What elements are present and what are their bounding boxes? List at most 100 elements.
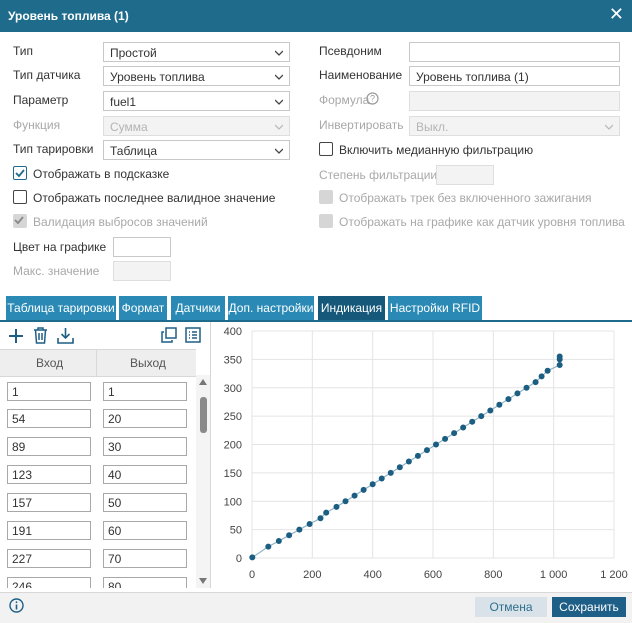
sensor-type-select[interactable]: Уровень топлива xyxy=(103,66,290,86)
show-last-valid-checkbox[interactable] xyxy=(13,190,27,204)
data-point[interactable] xyxy=(405,458,412,465)
data-point[interactable] xyxy=(396,464,403,471)
data-point[interactable] xyxy=(496,401,503,408)
data-point[interactable] xyxy=(460,424,467,431)
tab-extra-settings[interactable]: Доп. настройки xyxy=(228,296,314,320)
data-point[interactable] xyxy=(442,435,449,442)
scroll-up-icon[interactable] xyxy=(199,379,207,385)
x-tick-label: 600 xyxy=(424,569,442,581)
data-point[interactable] xyxy=(514,390,521,397)
input-cell[interactable]: 89 xyxy=(7,437,91,456)
data-point[interactable] xyxy=(505,396,512,403)
data-point[interactable] xyxy=(433,441,440,448)
input-cell[interactable]: 191 xyxy=(7,521,91,540)
graph-color-input[interactable] xyxy=(113,237,171,257)
data-point[interactable] xyxy=(317,515,324,522)
alias-input[interactable] xyxy=(409,42,620,62)
graph-color-label: Цвет на графике xyxy=(13,240,107,254)
output-cell[interactable]: 70 xyxy=(103,549,187,568)
y-tick-label: 50 xyxy=(230,525,242,537)
output-cell[interactable]: 60 xyxy=(103,521,187,540)
tab-calibration-table[interactable]: Таблица тарировки xyxy=(6,296,116,320)
type-select[interactable]: Простой xyxy=(103,42,290,62)
data-point[interactable] xyxy=(387,469,394,476)
data-point[interactable] xyxy=(451,430,458,437)
data-point[interactable] xyxy=(351,492,358,499)
close-icon[interactable]: ✕ xyxy=(609,5,624,23)
save-button[interactable]: Сохранить xyxy=(552,597,626,617)
scrollbar-thumb[interactable] xyxy=(200,397,207,433)
data-point[interactable] xyxy=(286,532,293,539)
data-point[interactable] xyxy=(556,353,563,360)
help-icon[interactable]: ? xyxy=(366,92,379,105)
cancel-button[interactable]: Отмена xyxy=(475,597,547,617)
data-point[interactable] xyxy=(296,526,303,533)
y-tick-label: 350 xyxy=(224,354,242,366)
data-point[interactable] xyxy=(538,373,545,380)
median-filter-checkbox[interactable] xyxy=(319,142,333,156)
data-point[interactable] xyxy=(478,413,485,420)
input-cell[interactable]: 123 xyxy=(7,465,91,484)
chevron-down-icon xyxy=(605,124,613,130)
data-point[interactable] xyxy=(360,486,367,493)
data-point[interactable] xyxy=(369,481,376,488)
calibration-type-select[interactable]: Таблица xyxy=(103,140,290,160)
data-point[interactable] xyxy=(249,554,256,561)
formula-input xyxy=(409,91,620,111)
output-cell[interactable]: 40 xyxy=(103,465,187,484)
data-point[interactable] xyxy=(333,503,340,510)
import-icon[interactable] xyxy=(57,327,74,344)
output-cell[interactable]: 80 xyxy=(103,577,187,588)
chevron-down-icon xyxy=(275,124,283,130)
tab-rfid-settings[interactable]: Настройки RFID xyxy=(388,296,482,320)
data-point[interactable] xyxy=(275,537,282,544)
list-view-icon[interactable] xyxy=(185,327,201,343)
output-cell[interactable]: 1 xyxy=(103,382,187,401)
data-point[interactable] xyxy=(469,418,476,425)
input-cell[interactable]: 157 xyxy=(7,493,91,512)
calibration-type-label: Тип тарировки xyxy=(13,142,94,156)
data-point[interactable] xyxy=(323,509,330,516)
data-point[interactable] xyxy=(487,407,494,414)
info-icon[interactable] xyxy=(9,598,24,613)
data-point[interactable] xyxy=(532,379,539,386)
tab-format[interactable]: Формат xyxy=(119,296,167,320)
svg-text:?: ? xyxy=(370,94,375,104)
input-cell[interactable]: 1 xyxy=(7,382,91,401)
show-in-tooltip-checkbox[interactable] xyxy=(13,166,27,180)
x-tick-label: 1 000 xyxy=(540,569,568,581)
x-tick-label: 0 xyxy=(249,569,255,581)
delete-icon[interactable] xyxy=(33,327,48,344)
data-point[interactable] xyxy=(306,520,313,527)
data-point[interactable] xyxy=(265,543,272,550)
data-point[interactable] xyxy=(523,384,530,391)
tab-sensors[interactable]: Датчики xyxy=(171,296,225,320)
data-point[interactable] xyxy=(556,362,563,369)
output-cell[interactable]: 20 xyxy=(103,409,187,428)
output-cell[interactable]: 50 xyxy=(103,493,187,512)
input-cell[interactable]: 227 xyxy=(7,549,91,568)
output-cell[interactable]: 30 xyxy=(103,437,187,456)
column-divider xyxy=(96,350,97,376)
name-input[interactable]: Уровень топлива (1) xyxy=(409,66,620,86)
sensor-form: Тип Простой Тип датчика Уровень топлива … xyxy=(0,32,632,294)
table-scrollbar[interactable] xyxy=(196,375,210,588)
data-point[interactable] xyxy=(342,498,349,505)
show-track-no-ignition-checkbox xyxy=(319,190,333,204)
data-point[interactable] xyxy=(378,475,385,482)
table-header: Вход Выход xyxy=(0,349,196,377)
copy-icon[interactable] xyxy=(161,327,177,343)
x-tick-label: 200 xyxy=(303,569,321,581)
show-as-fuel-sensor-checkbox xyxy=(319,214,333,228)
parameter-select[interactable]: fuel1 xyxy=(103,91,290,111)
data-point[interactable] xyxy=(423,447,430,454)
data-point[interactable] xyxy=(544,367,551,374)
invert-select: Выкл. xyxy=(409,116,620,136)
add-icon[interactable] xyxy=(8,328,24,344)
tab-indication[interactable]: Индикация xyxy=(318,296,385,320)
data-point[interactable] xyxy=(414,452,421,459)
input-cell[interactable]: 54 xyxy=(7,409,91,428)
dialog-title: Уровень топлива (1) xyxy=(8,9,129,23)
input-cell[interactable]: 246 xyxy=(7,577,91,588)
scroll-down-icon[interactable] xyxy=(199,578,207,584)
